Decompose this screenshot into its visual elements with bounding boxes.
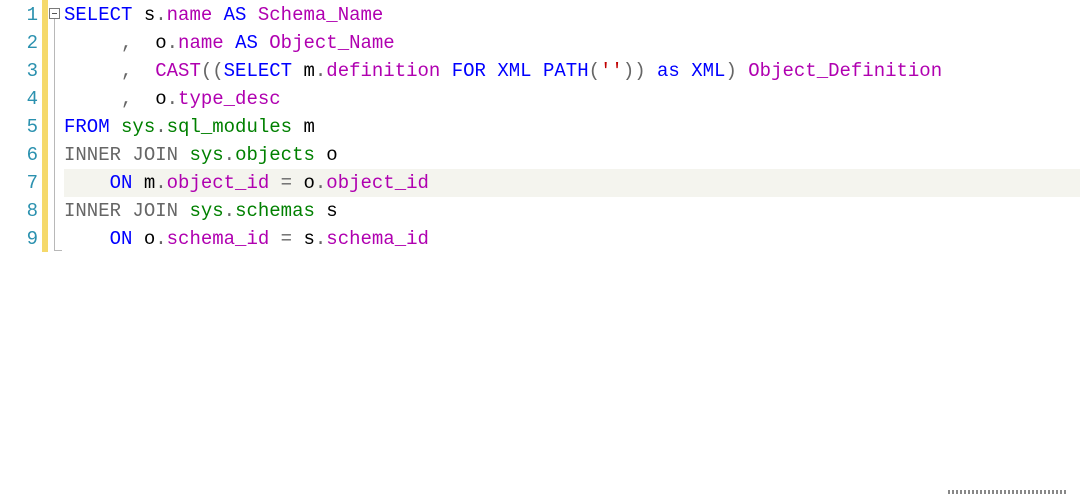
- dot-icon: .: [224, 200, 235, 222]
- equals-op: =: [281, 228, 292, 250]
- paren-open: (: [589, 60, 600, 82]
- kw-as: AS: [235, 32, 258, 54]
- line-number-gutter: 1 2 3 4 5 6 7 8 9: [0, 0, 42, 500]
- col-alias: Schema_Name: [258, 4, 383, 26]
- sql-editor[interactable]: 1 2 3 4 5 6 7 8 9 SELECT s.name AS Schem…: [0, 0, 1080, 500]
- kw-for: FOR: [452, 60, 486, 82]
- kw-from: FROM: [64, 116, 110, 138]
- type-xml: XML: [691, 60, 725, 82]
- col-name: type_desc: [178, 88, 281, 110]
- comma-icon: ,: [121, 88, 132, 110]
- dot-icon: .: [315, 172, 326, 194]
- alias: o: [155, 88, 166, 110]
- col-name: name: [178, 32, 224, 54]
- fold-guide-end: [54, 250, 62, 251]
- schema-sys: sys: [121, 116, 155, 138]
- kw-inner: INNER: [64, 144, 121, 166]
- resize-grip-icon[interactable]: [948, 490, 1068, 494]
- dot-icon: .: [155, 116, 166, 138]
- fold-toggle-icon[interactable]: [49, 8, 60, 19]
- dot-icon: .: [155, 172, 166, 194]
- code-line[interactable]: , o.name AS Object_Name: [64, 29, 1080, 57]
- sys-object: objects: [235, 144, 315, 166]
- alias: s: [303, 228, 314, 250]
- alias: o: [326, 144, 337, 166]
- alias: o: [155, 32, 166, 54]
- code-line[interactable]: , o.type_desc: [64, 85, 1080, 113]
- equals-op: =: [281, 172, 292, 194]
- kw-inner: INNER: [64, 200, 121, 222]
- line-number: 6: [0, 141, 42, 169]
- schema-sys: sys: [189, 144, 223, 166]
- col-name: schema_id: [326, 228, 429, 250]
- col-alias: Object_Name: [269, 32, 394, 54]
- col-name: object_id: [326, 172, 429, 194]
- kw-on: ON: [110, 172, 133, 194]
- line-number: 2: [0, 29, 42, 57]
- comma-icon: ,: [121, 32, 132, 54]
- kw-select: SELECT: [224, 60, 292, 82]
- kw-as: AS: [224, 4, 247, 26]
- dot-icon: .: [167, 32, 178, 54]
- code-text-area[interactable]: SELECT s.name AS Schema_Name , o.name AS…: [64, 0, 1080, 500]
- schema-sys: sys: [189, 200, 223, 222]
- code-line[interactable]: SELECT s.name AS Schema_Name: [64, 1, 1080, 29]
- kw-path: PATH: [543, 60, 589, 82]
- code-line[interactable]: FROM sys.sql_modules m: [64, 113, 1080, 141]
- sys-object: schemas: [235, 200, 315, 222]
- code-line[interactable]: INNER JOIN sys.schemas s: [64, 197, 1080, 225]
- paren-close: )): [623, 60, 646, 82]
- alias: o: [144, 228, 155, 250]
- fold-guide-line: [54, 19, 55, 251]
- col-alias: Object_Definition: [748, 60, 942, 82]
- col-name: object_id: [167, 172, 270, 194]
- dot-icon: .: [315, 60, 326, 82]
- kw-xml: XML: [497, 60, 531, 82]
- fold-gutter: [48, 0, 64, 500]
- kw-on: ON: [110, 228, 133, 250]
- line-number: 1: [0, 1, 42, 29]
- dot-icon: .: [155, 228, 166, 250]
- line-number: 9: [0, 225, 42, 253]
- sys-object: sql_modules: [167, 116, 292, 138]
- line-number: 5: [0, 113, 42, 141]
- paren-open: ((: [201, 60, 224, 82]
- dot-icon: .: [224, 144, 235, 166]
- alias: m: [144, 172, 155, 194]
- dot-icon: .: [315, 228, 326, 250]
- code-line[interactable]: ON o.schema_id = s.schema_id: [64, 225, 1080, 253]
- kw-join: JOIN: [132, 144, 178, 166]
- col-name: definition: [326, 60, 440, 82]
- line-number: 7: [0, 169, 42, 197]
- alias: s: [144, 4, 155, 26]
- line-number: 4: [0, 85, 42, 113]
- col-name: schema_id: [167, 228, 270, 250]
- dot-icon: .: [155, 4, 166, 26]
- alias: m: [303, 60, 314, 82]
- col-name: name: [167, 4, 213, 26]
- alias: m: [303, 116, 314, 138]
- dot-icon: .: [167, 88, 178, 110]
- code-line[interactable]: , CAST((SELECT m.definition FOR XML PATH…: [64, 57, 1080, 85]
- kw-join: JOIN: [132, 200, 178, 222]
- kw-select: SELECT: [64, 4, 132, 26]
- line-number: 8: [0, 197, 42, 225]
- func-cast: CAST: [155, 60, 201, 82]
- string-literal: '': [600, 60, 623, 82]
- code-line[interactable]: INNER JOIN sys.objects o: [64, 141, 1080, 169]
- paren-close: ): [725, 60, 736, 82]
- code-line[interactable]: ON m.object_id = o.object_id: [64, 169, 1080, 197]
- line-number: 3: [0, 57, 42, 85]
- alias: s: [326, 200, 337, 222]
- comma-icon: ,: [121, 60, 132, 82]
- kw-as: as: [657, 60, 680, 82]
- alias: o: [303, 172, 314, 194]
